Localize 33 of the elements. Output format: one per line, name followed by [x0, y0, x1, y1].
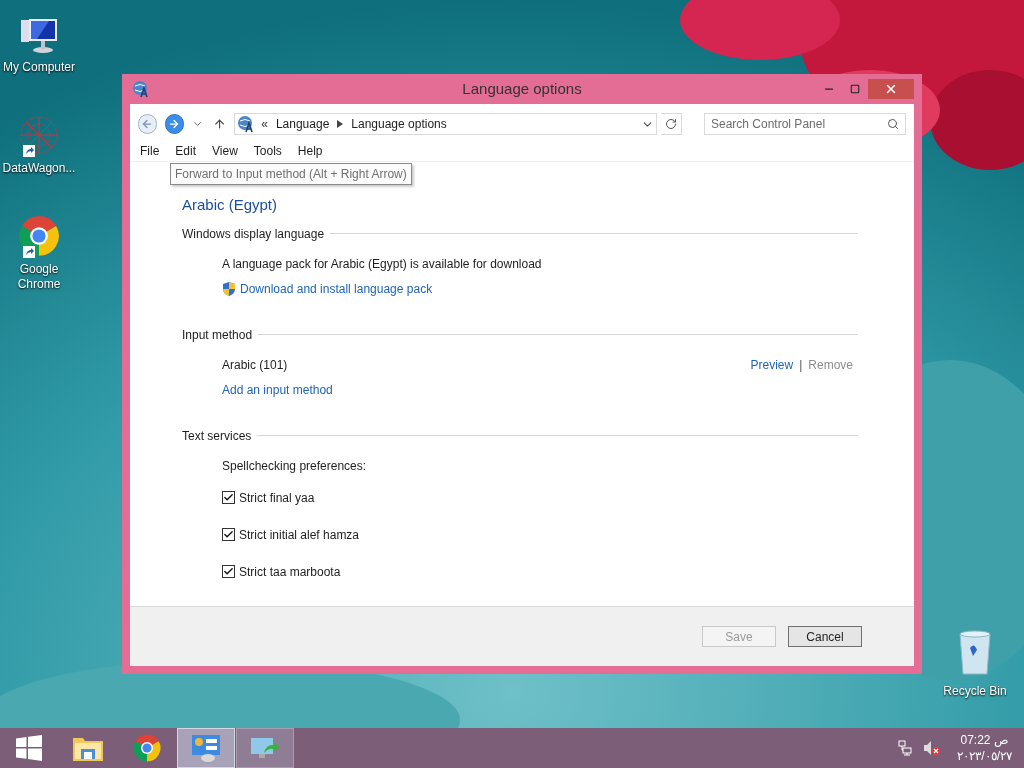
desktop-icon-label[interactable]: Google Chrome	[0, 262, 78, 292]
action-link[interactable]: Download and install language pack	[240, 280, 433, 298]
section-title: Text services	[182, 427, 252, 445]
window-title: Language options	[461, 78, 583, 99]
section-title: Input method	[182, 326, 253, 344]
checkbox-label[interactable]: Strict initial alef hamza	[239, 525, 360, 544]
tooltip: Forward to Input method (Alt + Right Arrow)	[170, 163, 412, 185]
checkbox-label[interactable]: Strict taa marboota	[239, 562, 341, 581]
page-heading: Arabic (Egypt)	[182, 195, 279, 215]
checkbox-label[interactable]: Strict final yaa	[239, 488, 315, 507]
menu-item[interactable]: Edit	[175, 141, 197, 160]
breadcrumb-item[interactable]: Language	[275, 115, 330, 133]
clock-time[interactable]: ص 07:22	[960, 732, 1009, 748]
action-link[interactable]: Add an input method	[222, 381, 333, 399]
link-separator: |	[799, 357, 803, 374]
info-text: A language pack for Arabic (Egypt) is available for download	[222, 256, 542, 273]
menu-item[interactable]: Help	[297, 141, 323, 160]
search-field[interactable]: Search Control Panel	[704, 113, 906, 135]
clock-date[interactable]: ٢٠٢٣/٠٥/٢٧	[957, 748, 1012, 764]
section-title: Windows display language	[182, 225, 325, 243]
info-text: Spellchecking preferences:	[222, 458, 367, 475]
dialog-button[interactable]: Cancel	[788, 626, 862, 647]
address-bar[interactable]: « Language Language options	[234, 113, 658, 135]
input-method-name: Arabic (101)	[222, 357, 288, 374]
menu-item[interactable]: View	[212, 141, 238, 160]
action-link: Remove	[808, 357, 853, 374]
desktop-icon-label[interactable]: My Computer	[3, 60, 75, 75]
breadcrumb-item[interactable]: Language options	[351, 115, 447, 133]
breadcrumb-overflow[interactable]: «	[261, 115, 268, 133]
menu-item[interactable]: Tools	[253, 141, 282, 160]
menu-item[interactable]: File	[140, 141, 160, 160]
action-link[interactable]: Preview	[750, 356, 794, 374]
desktop-icon-label[interactable]: DataWagon...	[2, 161, 76, 176]
